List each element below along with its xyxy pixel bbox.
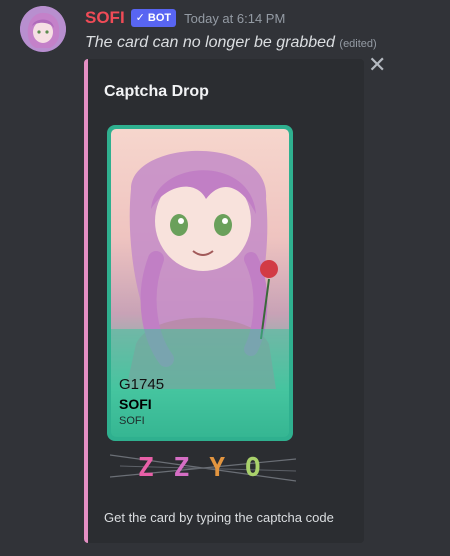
- bot-badge-label: BOT: [147, 12, 172, 24]
- close-icon[interactable]: ✕: [368, 54, 386, 76]
- avatar[interactable]: [20, 6, 66, 52]
- embed-title: Captcha Drop: [104, 83, 209, 100]
- message: SOFI ✓ BOT Today at 6:14 PM The card can…: [0, 0, 450, 556]
- embed-footer: Get the card by typing the captcha code: [104, 510, 334, 525]
- avatar-image: [20, 6, 66, 52]
- captcha-image: Z Z Y O: [110, 449, 296, 487]
- card-image[interactable]: G1745 SOFI SOFI: [107, 125, 293, 441]
- card-series: SOFI: [119, 415, 145, 427]
- captcha-code: Z Z Y O: [138, 453, 261, 483]
- message-header: SOFI ✓ BOT Today at 6:14 PM: [85, 8, 285, 28]
- captcha-char: Y: [209, 453, 225, 483]
- captcha-char: Z: [173, 453, 190, 483]
- card-artwork: G1745 SOFI SOFI: [111, 129, 289, 437]
- card-name: SOFI: [119, 396, 152, 412]
- captcha-char: O: [244, 453, 261, 483]
- bot-badge: ✓ BOT: [130, 9, 177, 27]
- check-icon: ✓: [135, 12, 145, 24]
- timestamp[interactable]: Today at 6:14 PM: [184, 11, 285, 26]
- message-content: The card can no longer be grabbed (edite…: [85, 34, 435, 52]
- captcha-char: Z: [138, 453, 154, 483]
- edited-label: (edited): [339, 38, 377, 50]
- embed: Captcha Drop G1745 SOFI SOFI Z Z Y O Get…: [84, 59, 364, 543]
- card-code: G1745: [119, 376, 165, 393]
- message-text: The card can no longer be grabbed: [85, 34, 335, 51]
- username[interactable]: SOFI: [85, 8, 125, 28]
